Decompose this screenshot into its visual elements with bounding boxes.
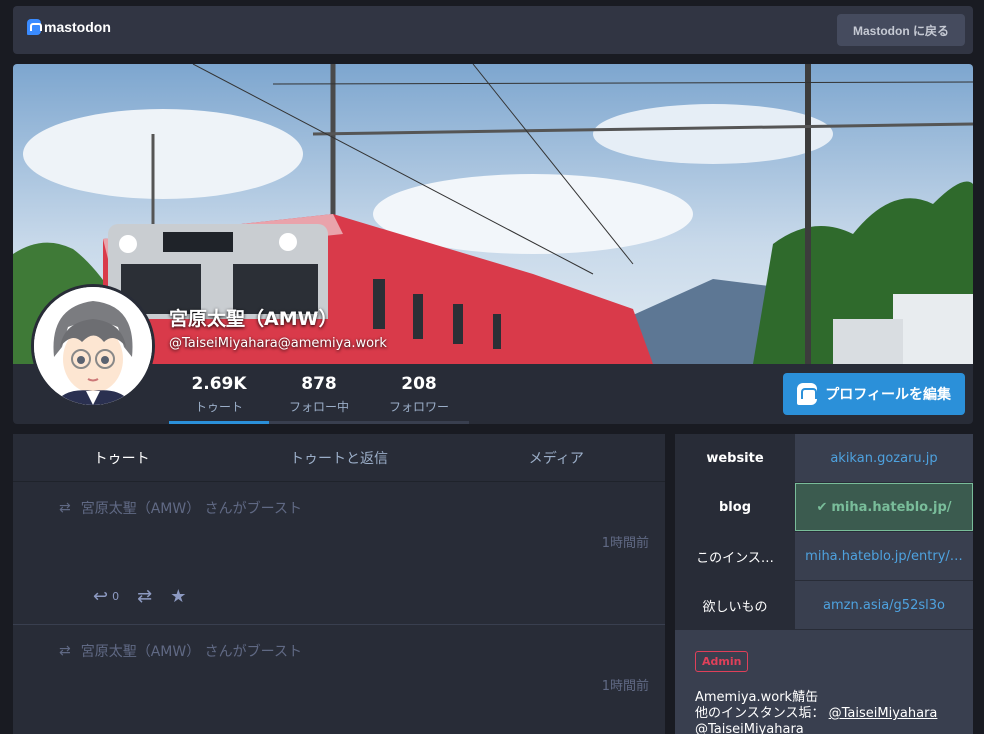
status-time[interactable]: 1時間前 [602,675,649,694]
profile-field: 欲しいもの amzn.asia/g52sl3o [675,581,973,630]
counter-label: フォロワー [388,400,449,414]
profile-counters: 2.69K トゥート 878 フォロー中 208 フォロワー [169,364,469,424]
boost-text: 宮原太聖（AMW） さんがブースト [80,501,302,517]
mastodon-logo[interactable]: mastodon [27,19,111,35]
counter-followers[interactable]: 208 フォロワー [369,364,469,424]
check-icon: ✔ [816,499,828,515]
field-value-verified-link[interactable]: ✔ miha.hateblo.jp/ [795,483,973,531]
counter-number: 878 [301,374,337,394]
status-actions: ↩ 0 ⇄ ★ [93,586,186,607]
reply-icon: ↩ [93,586,109,607]
bio-line: Amemiya.work鯖缶 [695,690,819,705]
retweet-icon: ⇄ [59,643,71,659]
avatar-image [34,287,152,405]
header-image [13,64,973,364]
display-name: 宮原太聖（AMW） [169,308,338,330]
profile-bio: Admin Amemiya.work鯖缶 他のインスタンス垢： @TaiseiM… [675,630,973,734]
counter-toots[interactable]: 2.69K トゥート [169,364,269,424]
field-value-link[interactable]: miha.hateblo.jp/entry/… [795,532,973,580]
field-name: このインス… [675,532,795,580]
status-item[interactable]: ⇄ 宮原太聖（AMW） さんがブースト 1時間前 ↩ 0 ⇄ ★ [13,482,665,625]
mastodon-icon [797,383,818,405]
status-item[interactable]: ⇄ 宮原太聖（AMW） さんがブースト 1時間前 [13,625,665,734]
profile-field: website akikan.gozaru.jp [675,434,973,483]
bio-line: 他のインスタンス垢： @TaiseiMiyahara [695,706,953,722]
boost-prepend: ⇄ 宮原太聖（AMW） さんがブースト [59,498,302,518]
bio-line-prefix: 他のインスタンス垢： [695,706,825,721]
counter-number: 208 [401,374,437,394]
profile-header: 宮原太聖（AMW） @TaiseiMiyahara@amemiya.work 2… [13,64,973,424]
status-time[interactable]: 1時間前 [602,532,649,551]
counter-label: トゥート [194,400,243,414]
account-timeline: トゥート トゥートと返信 メディア ⇄ 宮原太聖（AMW） さんがブースト 1時… [13,434,665,734]
tab-toots[interactable]: トゥート [13,434,230,481]
favourite-button[interactable]: ★ [170,586,186,607]
reply-button[interactable]: ↩ 0 [93,586,119,607]
field-value-text: miha.hateblo.jp/ [831,499,952,515]
field-value-link[interactable]: akikan.gozaru.jp [795,434,973,482]
retweet-icon: ⇄ [59,500,71,516]
avatar[interactable] [31,284,155,408]
counter-label: フォロー中 [288,400,349,414]
bio-line: @TaiseiMiyahara [695,722,953,734]
mention-link[interactable]: @TaiseiMiyahara [829,706,938,721]
account-handle: @TaiseiMiyahara@amemiya.work [169,336,387,351]
profile-field: このインス… miha.hateblo.jp/entry/… [675,532,973,581]
admin-badge: Admin [695,651,749,672]
timeline-tabs: トゥート トゥートと返信 メディア [13,434,665,482]
mention-link[interactable]: @TaiseiMiyahara [695,722,804,734]
back-to-mastodon-button[interactable]: Mastodon に戻る [837,14,965,46]
bio-text: Amemiya.work鯖缶 他のインスタンス垢： @TaiseiMiyahar… [695,690,953,734]
edit-profile-label: プロフィールを編集 [825,387,951,403]
field-value-link[interactable]: amzn.asia/g52sl3o [795,581,973,629]
field-name: website [675,434,795,482]
boost-prepend: ⇄ 宮原太聖（AMW） さんがブースト [59,641,302,661]
profile-sidebar: website akikan.gozaru.jp blog ✔ miha.hat… [675,434,973,734]
boost-button[interactable]: ⇄ [137,586,152,607]
tab-media[interactable]: メディア [448,434,665,481]
field-name: 欲しいもの [675,581,795,629]
field-name: blog [675,483,795,531]
counter-number: 2.69K [191,374,247,394]
counter-following[interactable]: 878 フォロー中 [269,364,369,424]
star-icon: ★ [170,586,187,607]
profile-field: blog ✔ miha.hateblo.jp/ [675,483,973,532]
boost-text: 宮原太聖（AMW） さんがブースト [80,644,302,660]
edit-profile-button[interactable]: プロフィールを編集 [783,373,965,415]
retweet-icon: ⇄ [137,586,153,607]
mastodon-icon [27,19,42,35]
logo-text: mastodon [44,19,111,35]
reply-count: 0 [112,590,120,603]
top-bar: mastodon Mastodon に戻る [13,6,973,54]
tab-toots-and-replies[interactable]: トゥートと返信 [230,434,447,481]
